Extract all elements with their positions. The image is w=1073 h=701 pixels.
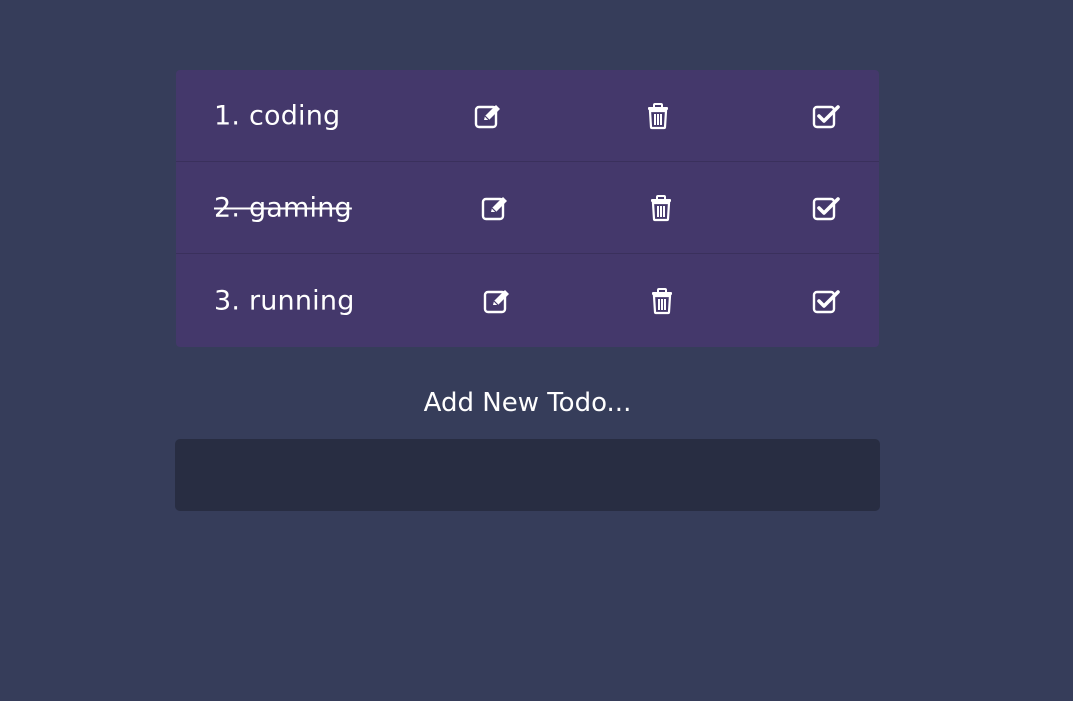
check-square-icon[interactable] (810, 193, 842, 223)
todo-item: 3. running (176, 254, 879, 347)
trash-icon[interactable] (645, 193, 677, 223)
todo-item: 1. coding (176, 70, 879, 162)
check-square-icon[interactable] (810, 101, 842, 131)
trash-icon[interactable] (642, 101, 674, 131)
check-square-icon[interactable] (810, 286, 842, 316)
add-todo-label: Add New Todo... (423, 388, 632, 418)
todo-item: 2. gaming (176, 162, 879, 254)
trash-icon[interactable] (646, 286, 678, 316)
edit-icon[interactable] (481, 286, 513, 316)
todo-label: 3. running (214, 285, 355, 316)
edit-icon[interactable] (479, 193, 511, 223)
todo-label: 2. gaming (214, 192, 352, 223)
edit-icon[interactable] (472, 101, 504, 131)
new-todo-input[interactable] (175, 439, 880, 511)
todo-label: 1. coding (214, 100, 341, 131)
todo-list: 1. coding 2. gaming 3. running (176, 70, 879, 347)
